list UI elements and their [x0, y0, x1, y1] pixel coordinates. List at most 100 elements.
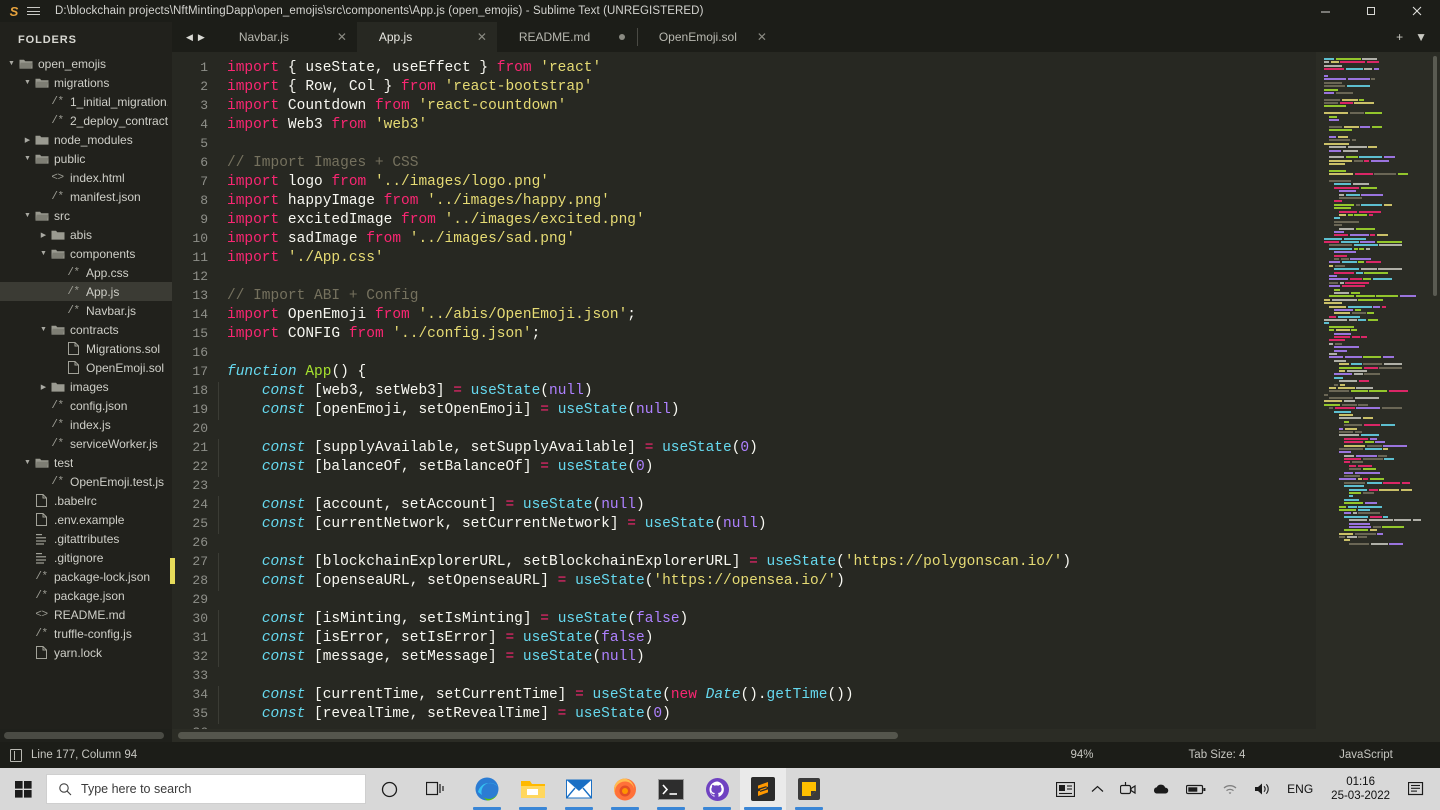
code-line[interactable]: 23 — [172, 476, 1316, 495]
minimize-icon[interactable] — [1302, 0, 1348, 22]
code-line[interactable]: 17 function App() { — [172, 362, 1316, 381]
minimap-viewport-thumb[interactable] — [1433, 56, 1437, 296]
code-line[interactable]: 31 const [isError, setIsError] = useStat… — [172, 628, 1316, 648]
tree-item-src[interactable]: ▼ src — [0, 206, 172, 225]
sidebar-horizontal-scrollbar[interactable] — [0, 729, 172, 742]
chevron-right-icon[interactable]: ▶ — [22, 136, 33, 144]
tree-item-2-deploy-contracts-js[interactable]: ▶/* 2_deploy_contracts.js — [0, 111, 172, 130]
code-line[interactable]: 3 import Countdown from 'react-countdown' — [172, 96, 1316, 115]
code-line[interactable]: 10 import sadImage from '../images/sad.pn… — [172, 229, 1316, 248]
tree-item-abis[interactable]: ▶ abis — [0, 225, 172, 244]
maximize-icon[interactable] — [1348, 0, 1394, 22]
tree-item-serviceworker-js[interactable]: ▶/* serviceWorker.js — [0, 434, 172, 453]
onedrive-cloud-icon[interactable] — [1144, 768, 1178, 810]
code-line[interactable]: 4 import Web3 from 'web3' — [172, 115, 1316, 134]
tab-navbar-js[interactable]: Navbar.js ✕ — [217, 22, 357, 52]
taskbar-app-firefox[interactable] — [602, 768, 648, 810]
syntax-language[interactable]: JavaScript — [1292, 749, 1440, 761]
tree-item-public[interactable]: ▼ public — [0, 149, 172, 168]
code-line[interactable]: 12 — [172, 267, 1316, 286]
code-line[interactable]: 27 const [blockchainExplorerURL, setBloc… — [172, 552, 1316, 572]
meet-now-icon[interactable] — [1112, 768, 1144, 810]
news-weather-icon[interactable] — [1048, 768, 1083, 810]
code-line[interactable]: 5 — [172, 134, 1316, 153]
taskbar-app-sublime-text[interactable] — [740, 768, 786, 810]
taskbar-app-microsoft-edge[interactable] — [464, 768, 510, 810]
tab-nav-arrows[interactable]: ◀ ▶ — [172, 22, 217, 52]
code-line[interactable]: 25 const [currentNetwork, setCurrentNetw… — [172, 514, 1316, 534]
tree-item-openemoji-test-js[interactable]: ▶/* OpenEmoji.test.js — [0, 472, 172, 491]
code-line[interactable]: 22 const [balanceOf, setBalanceOf] = use… — [172, 457, 1316, 477]
tree-item-readme-md[interactable]: ▶<> README.md — [0, 605, 172, 624]
code-line[interactable]: 30 const [isMinting, setIsMinting] = use… — [172, 609, 1316, 629]
plus-icon[interactable]: + — [1396, 31, 1403, 43]
tree-item-index-js[interactable]: ▶/* index.js — [0, 415, 172, 434]
chevron-down-icon[interactable]: ▼ — [22, 79, 33, 86]
code-line[interactable]: 19 const [openEmoji, setOpenEmoji] = use… — [172, 400, 1316, 420]
code-line[interactable]: 16 — [172, 343, 1316, 362]
code-line[interactable]: 9 import excitedImage from '../images/exc… — [172, 210, 1316, 229]
code-line[interactable]: 21 const [supplyAvailable, setSupplyAvai… — [172, 438, 1316, 458]
clock[interactable]: 01:16 25-03-2022 — [1321, 768, 1400, 810]
code-line[interactable]: 15 import CONFIG from '../config.json'; — [172, 324, 1316, 343]
tree-item-babelrc[interactable]: ▶ .babelrc — [0, 491, 172, 510]
tree-item-migrations[interactable]: ▼ migrations — [0, 73, 172, 92]
taskbar-app-terminal[interactable] — [648, 768, 694, 810]
speaker-icon[interactable] — [1246, 768, 1279, 810]
tree-item-app-css[interactable]: ▶/* App.css — [0, 263, 172, 282]
code-line[interactable]: 13 // Import ABI + Config — [172, 286, 1316, 305]
cursor-position[interactable]: Line 177, Column 94 — [31, 749, 137, 761]
tab-readme-md[interactable]: README.md — [497, 22, 637, 52]
taskbar-app-mail[interactable] — [556, 768, 602, 810]
folder-tree[interactable]: ▼open_emojis▼migrations▶/*1_initial_migr… — [0, 54, 172, 729]
code-line[interactable]: 1 import { useState, useEffect } from 're… — [172, 58, 1316, 77]
code-line[interactable]: 18 const [web3, setWeb3] = useState(null… — [172, 381, 1316, 401]
tree-item-truffle-config-js[interactable]: ▶/* truffle-config.js — [0, 624, 172, 643]
task-view-icon[interactable] — [412, 768, 458, 810]
code-viewport[interactable]: 1 import { useState, useEffect } from 're… — [172, 52, 1316, 729]
tree-item-yarn-lock[interactable]: ▶ yarn.lock — [0, 643, 172, 662]
tree-item-migrations-sol[interactable]: ▶ Migrations.sol — [0, 339, 172, 358]
zoom-level[interactable]: 94% — [1022, 749, 1142, 761]
code-line[interactable]: 29 — [172, 590, 1316, 609]
code-line[interactable]: 35 const [revealTime, setRevealTime] = u… — [172, 704, 1316, 724]
tree-item-gitattributes[interactable]: ▶ .gitattributes — [0, 529, 172, 548]
tree-item-config-json[interactable]: ▶/* config.json — [0, 396, 172, 415]
tree-item-gitignore[interactable]: ▶ .gitignore — [0, 548, 172, 567]
tab-openemoji-sol[interactable]: OpenEmoji.sol ✕ — [636, 22, 777, 52]
tree-item-node-modules[interactable]: ▶ node_modules — [0, 130, 172, 149]
tab-close-icon[interactable]: ✕ — [747, 30, 777, 44]
code-line[interactable]: 2 import { Row, Col } from 'react-bootstr… — [172, 77, 1316, 96]
tree-item-package-lock-json[interactable]: ▶/* package-lock.json — [0, 567, 172, 586]
minimap[interactable] — [1316, 52, 1440, 729]
code-line[interactable]: 32 const [message, setMessage] = useStat… — [172, 647, 1316, 667]
taskbar-app-file-explorer[interactable] — [510, 768, 556, 810]
action-center-icon[interactable] — [1400, 768, 1434, 810]
wifi-icon[interactable] — [1214, 768, 1246, 810]
chevron-right-icon[interactable]: ▶ — [198, 32, 205, 42]
chevron-down-icon[interactable]: ▼ — [6, 60, 17, 67]
code-line[interactable]: 24 const [account, setAccount] = useStat… — [172, 495, 1316, 515]
code-line[interactable]: 11 import './App.css' — [172, 248, 1316, 267]
code-lines[interactable]: 1 import { useState, useEffect } from 're… — [172, 52, 1316, 729]
tree-item-env-example[interactable]: ▶ .env.example — [0, 510, 172, 529]
tree-item-contracts[interactable]: ▼ contracts — [0, 320, 172, 339]
tab-close-icon[interactable]: ✕ — [327, 30, 357, 44]
tree-item-components[interactable]: ▼ components — [0, 244, 172, 263]
tab-modified-dot-icon[interactable] — [607, 34, 637, 40]
search-input[interactable]: Type here to search — [46, 774, 366, 804]
tree-item-1-initial-migration-js[interactable]: ▶/* 1_initial_migration.js — [0, 92, 172, 111]
windows-start-icon[interactable] — [0, 768, 46, 810]
chevron-down-icon[interactable]: ▼ — [38, 250, 49, 257]
tree-item-open-emojis[interactable]: ▼ open_emojis — [0, 54, 172, 73]
sidebar-toggle-icon[interactable] — [10, 748, 22, 762]
editor-scrollbar-thumb[interactable] — [178, 732, 898, 739]
code-line[interactable]: 6 // Import Images + CSS — [172, 153, 1316, 172]
code-line[interactable]: 7 import logo from '../images/logo.png' — [172, 172, 1316, 191]
tree-item-package-json[interactable]: ▶/* package.json — [0, 586, 172, 605]
tree-item-app-js[interactable]: ▶/* App.js — [0, 282, 172, 301]
drag-marker[interactable] — [170, 558, 175, 584]
chevron-down-icon[interactable]: ▼ — [22, 459, 33, 466]
sidebar-scrollbar-thumb[interactable] — [4, 732, 164, 739]
language-indicator[interactable]: ENG — [1279, 782, 1321, 796]
